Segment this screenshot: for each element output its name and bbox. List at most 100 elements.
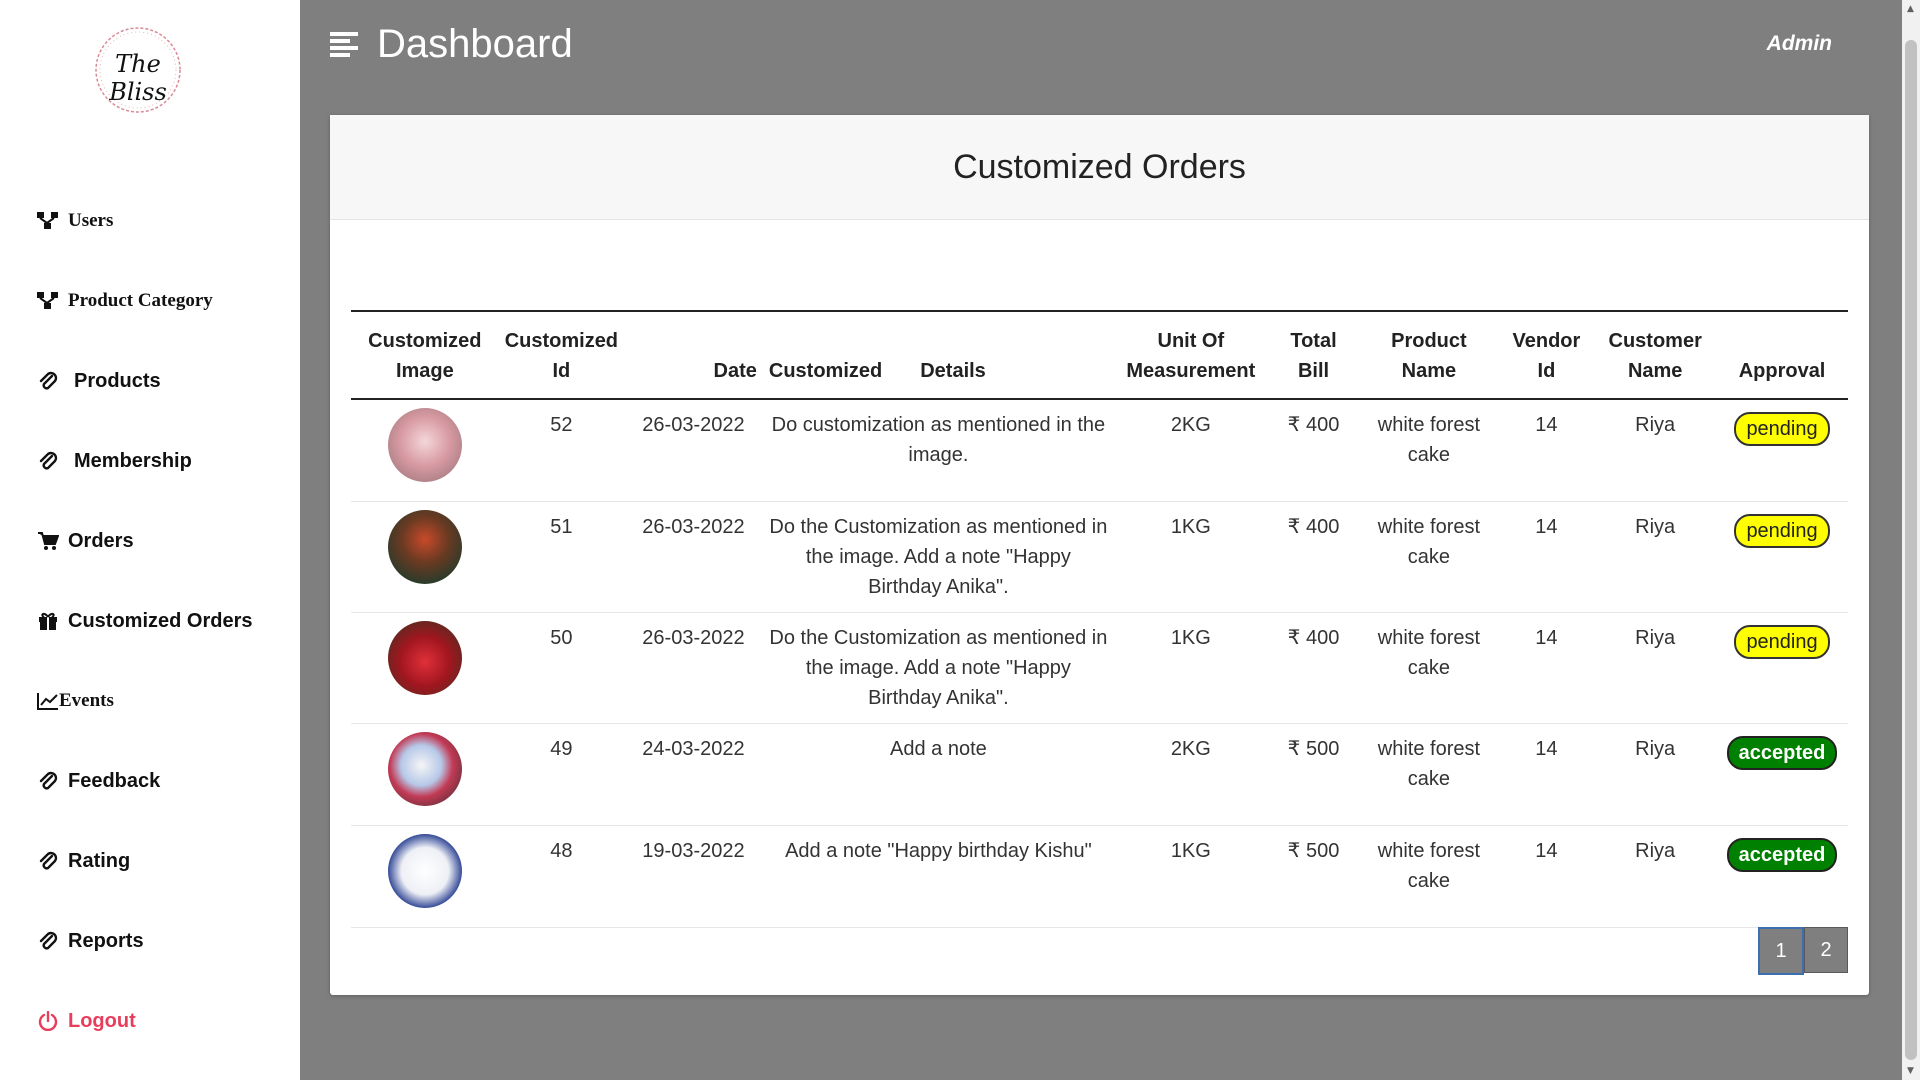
status-badge[interactable]: pending — [1734, 412, 1830, 446]
status-badge[interactable]: pending — [1734, 514, 1830, 548]
page-scrollbar[interactable]: ▲ ▼ — [1902, 0, 1920, 1080]
chart-line-icon — [37, 690, 59, 712]
col-header-bill: Total Bill — [1290, 330, 1337, 382]
cake-thumbnail[interactable] — [387, 732, 462, 806]
date-cell: 26-03-2022 — [642, 627, 745, 649]
col-header-id: Customized Id — [504, 330, 619, 382]
customer-cell: Riya — [1635, 627, 1676, 649]
product-cell: white forest cake — [1377, 516, 1481, 568]
sitemap-icon — [37, 290, 59, 312]
bill-cell: ₹ 400 — [1287, 414, 1340, 436]
cake-thumbnail[interactable] — [387, 408, 462, 482]
col-header-unit: Unit Of Measurement — [1126, 330, 1256, 382]
col-header-product: Product Name — [1391, 330, 1467, 382]
page-title: Dashboard — [377, 22, 573, 66]
pagination: 1 2 — [1758, 927, 1848, 975]
sitemap-icon — [37, 210, 59, 232]
id-cell: 48 — [550, 840, 573, 862]
col-header-vendor: Vendor Id — [1512, 330, 1581, 382]
col-header-customer: Customer Name — [1608, 330, 1702, 382]
id-cell: 49 — [550, 738, 573, 760]
sidebar-item-logout[interactable]: Logout — [37, 1004, 136, 1038]
sidebar-item-label: Rating — [68, 849, 131, 872]
details-cell: Do customization as mentioned in the ima… — [771, 414, 1106, 466]
col-header-image: Customized Image — [368, 330, 482, 382]
bill-cell: ₹ 400 — [1287, 627, 1340, 649]
details-cell: Add a note "Happy birthday Kishu" — [785, 840, 1092, 862]
paperclip-icon — [37, 370, 59, 392]
scrollbar-thumb[interactable] — [1905, 40, 1917, 1060]
page-button-2[interactable]: 2 — [1804, 927, 1848, 973]
menu-toggle-icon[interactable] — [330, 32, 358, 58]
vendor-cell: 14 — [1535, 516, 1558, 538]
unit-cell: 2KG — [1170, 414, 1211, 436]
unit-cell: 1KG — [1170, 627, 1211, 649]
sidebar-item-reports[interactable]: Reports — [37, 924, 144, 958]
sidebar-item-users[interactable]: Users — [37, 204, 113, 238]
sidebar-item-customized-orders[interactable]: Customized Orders — [37, 604, 252, 638]
scroll-up-icon[interactable]: ▲ — [1907, 4, 1914, 14]
sidebar-item-label: Logout — [68, 1009, 136, 1032]
date-cell: 24-03-2022 — [642, 738, 745, 760]
customer-cell: Riya — [1635, 414, 1676, 436]
sidebar-item-label: Feedback — [68, 769, 161, 792]
paperclip-icon — [37, 850, 59, 872]
customized-orders-table: Customized Image Customized Id Date Custom… — [351, 310, 1848, 928]
product-cell: white forest cake — [1377, 738, 1481, 790]
cake-thumbnail[interactable] — [387, 510, 462, 584]
status-badge[interactable]: pending — [1734, 625, 1830, 659]
sidebar-item-label: Customized Orders — [68, 609, 253, 632]
table-row: 51 26-03-2022 Do the Customization as me… — [351, 502, 1848, 613]
sidebar-item-events[interactable]: Events — [37, 684, 114, 718]
scroll-down-icon[interactable]: ▼ — [1907, 1066, 1914, 1076]
customer-cell: Riya — [1635, 738, 1676, 760]
card-header: Customized Orders — [330, 115, 1869, 220]
logo[interactable]: The Bliss — [86, 22, 190, 118]
approval-cell: pending — [1716, 399, 1848, 502]
bill-cell: ₹ 400 — [1287, 516, 1340, 538]
cake-thumbnail[interactable] — [387, 621, 462, 695]
sidebar-item-label: Products — [74, 369, 161, 392]
details-cell: Add a note — [890, 738, 987, 760]
customer-cell: Riya — [1635, 840, 1676, 862]
col-header-date: Date — [713, 360, 757, 382]
approval-cell: accepted — [1716, 724, 1848, 826]
unit-cell: 1KG — [1170, 516, 1211, 538]
gift-icon — [37, 610, 59, 632]
sidebar-item-label: Users — [68, 210, 114, 231]
status-badge[interactable]: accepted — [1726, 838, 1838, 872]
orders-card: Customized Orders Customized Image Custom… — [330, 115, 1869, 995]
card-title: Customized Orders — [953, 147, 1246, 186]
bill-cell: ₹ 500 — [1287, 738, 1340, 760]
cake-image-cell — [351, 826, 499, 928]
sidebar: The Bliss Users Product Category Product… — [0, 0, 300, 1080]
sidebar-item-rating[interactable]: Rating — [37, 844, 130, 878]
sidebar-item-product-category[interactable]: Product Category — [37, 284, 213, 318]
approval-cell: accepted — [1716, 826, 1848, 928]
cake-image-cell — [351, 724, 499, 826]
cart-icon — [37, 530, 59, 552]
user-menu[interactable]: Admin — [1767, 32, 1832, 56]
page-button-1[interactable]: 1 — [1758, 927, 1804, 975]
sidebar-item-label: Membership — [74, 449, 192, 472]
table-row: 49 24-03-2022 Add a note 2KG ₹ 500 white… — [351, 724, 1848, 826]
sidebar-item-feedback[interactable]: Feedback — [37, 764, 160, 798]
cake-thumbnail[interactable] — [387, 834, 462, 908]
date-cell: 26-03-2022 — [642, 516, 745, 538]
table-row: 48 19-03-2022 Add a note "Happy birthday… — [351, 826, 1848, 928]
sidebar-item-products[interactable]: Products — [37, 364, 161, 398]
paperclip-icon — [37, 450, 59, 472]
table-header-row: Customized Image Customized Id Date Custom… — [351, 311, 1848, 399]
status-badge[interactable]: accepted — [1726, 736, 1838, 770]
table-row: 50 26-03-2022 Do the Customization as me… — [351, 613, 1848, 724]
id-cell: 50 — [550, 627, 573, 649]
paperclip-icon — [37, 770, 59, 792]
product-cell: white forest cake — [1377, 840, 1481, 892]
sidebar-item-membership[interactable]: Membership — [37, 444, 192, 478]
sidebar-item-label: Reports — [68, 929, 144, 952]
details-cell: Do the Customization as mentioned in the… — [769, 516, 1108, 598]
date-cell: 19-03-2022 — [642, 840, 745, 862]
approval-cell: pending — [1716, 502, 1848, 613]
sidebar-item-orders[interactable]: Orders — [37, 524, 134, 558]
cake-image-cell — [351, 502, 499, 613]
